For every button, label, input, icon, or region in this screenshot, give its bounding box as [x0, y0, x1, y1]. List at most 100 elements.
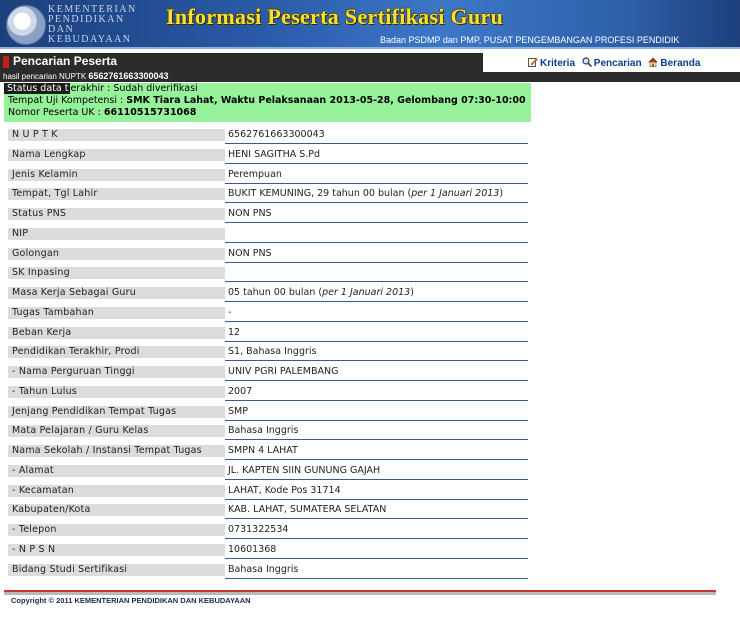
field-label: Jenjang Pendidikan Tempat Tugas — [8, 405, 225, 418]
participant-detail-table: N U P T K 6562761663300043 Nama Lengkap HEN… — [8, 127, 528, 581]
table-row: Nama Sekolah / Instansi Tempat Tugas SMPN… — [8, 443, 528, 463]
table-row: Bidang Studi Sertifikasi Bahasa Inggris — [8, 562, 528, 582]
section-marker-icon — [3, 56, 9, 68]
nav-link-label: Beranda — [660, 58, 701, 69]
footer-divider-shadow — [4, 592, 716, 595]
field-label: Nama Lengkap — [8, 148, 225, 161]
field-value-suffix: ) — [499, 188, 504, 200]
nav-link-pencarian[interactable]: Pencarian — [582, 57, 645, 69]
table-row: - Tahun Lulus 2007 — [8, 384, 528, 404]
field-label: NIP — [8, 227, 225, 240]
banner-divider — [0, 47, 740, 49]
field-label: Kabupaten/Kota — [8, 504, 225, 517]
page-title: Informasi Peserta Sertifikasi Guru — [166, 4, 504, 29]
field-value: 0731322534 — [225, 524, 528, 539]
field-value: S1, Bahasa Inggris — [225, 346, 528, 362]
table-row: Jenjang Pendidikan Tempat Tugas SMP — [8, 404, 528, 424]
header-banner: KEMENTERIAN PENDIDIKAN DAN KEBUDAYAAN In… — [0, 0, 740, 49]
section-title: Pencarian Peserta — [13, 54, 118, 68]
ministry-logo: KEMENTERIAN PENDIDIKAN DAN KEBUDAYAAN — [2, 2, 154, 47]
table-row: Tempat, Tgl Lahir BUKIT KEMUNING, 29 tahu… — [8, 186, 528, 206]
table-row: - Telepon 0731322534 — [8, 522, 528, 542]
field-label: - Alamat — [8, 464, 225, 477]
participant-number-value: 66110515731068 — [103, 107, 197, 118]
table-row: - N P S N 10601368 — [8, 542, 528, 562]
nav-link-kriteria[interactable]: Kriteria — [528, 58, 578, 69]
field-label: Pendidikan Terakhir, Prodi — [8, 346, 225, 359]
table-row: Tugas Tambahan - — [8, 305, 528, 325]
field-label: Status PNS — [8, 208, 225, 220]
field-value: KAB. LAHAT, SUMATERA SELATAN — [225, 504, 528, 520]
field-value: Bahasa Inggris — [225, 564, 528, 579]
field-label: Tempat, Tgl Lahir — [8, 188, 225, 201]
field-label: - Nama Perguruan Tinggi — [8, 366, 225, 378]
field-value-note: per 1 Januari 2013 — [411, 188, 500, 200]
participant-number-label: Nomor Peserta UK : — [8, 107, 104, 118]
table-row: - Alamat JL. KAPTEN SIIN GUNUNG GAJAH — [8, 463, 528, 483]
test-location-line: Tempat Uji Kompetensi : SMK Tiara Lahat,… — [4, 95, 531, 107]
field-value: UNIV PGRI PALEMBANG — [225, 366, 528, 381]
field-value: Perempuan — [225, 169, 528, 184]
field-label: Bidang Studi Sertifikasi — [8, 563, 225, 576]
table-row: Masa Kerja Sebagai Guru 05 tahun 00 bulan… — [8, 285, 528, 305]
field-value: BUKIT KEMUNING, 29 tahun 00 bulan (per 1… — [225, 188, 528, 204]
field-label: Nama Sekolah / Instansi Tempat Tugas — [8, 445, 225, 457]
field-label: Golongan — [8, 247, 225, 260]
nav-link-beranda[interactable]: Beranda — [648, 57, 701, 69]
magnifier-icon — [582, 57, 592, 67]
test-location-label: Tempat Uji Kompetensi : — [8, 95, 127, 106]
edit-icon — [528, 58, 538, 67]
search-section-bar: Pencarian Peserta Kriteria Pencarian Ber… — [0, 53, 740, 73]
nav-link-label: Kriteria — [540, 58, 576, 69]
table-row: Kabupaten/Kota KAB. LAHAT, SUMATERA SELAT… — [8, 502, 528, 522]
field-value: - — [225, 307, 528, 322]
page-subtitle: Badan PSDMP dan PMP, PUSAT PENGEMBANGAN … — [380, 35, 680, 45]
logo-text: KEMENTERIAN PENDIDIKAN DAN KEBUDAYAAN — [48, 5, 137, 45]
status-box: Status data t erakhir : Sudah diverifikas… — [4, 83, 531, 122]
field-value: SMPN 4 LAHAT — [225, 445, 528, 460]
field-value-text: 05 tahun 00 bulan ( — [228, 287, 323, 298]
field-label: - Telepon — [8, 524, 225, 536]
field-value: 12 — [225, 327, 528, 342]
table-row: NIP — [8, 226, 528, 246]
field-label: SK Inpasing — [8, 267, 225, 280]
home-icon — [648, 57, 659, 67]
field-label: N U P T K — [8, 129, 225, 141]
footer-copyright: Copyright © 2011 KEMENTERIAN PENDIDIKAN … — [11, 596, 251, 605]
tut-wuri-handayani-emblem-icon — [6, 5, 46, 45]
table-row: Nama Lengkap HENI SAGITHA S.Pd — [8, 147, 528, 167]
status-line: Status data t erakhir : Sudah diverifikas… — [4, 83, 531, 95]
logo-line: KEBUDAYAAN — [48, 34, 132, 45]
table-row: - Kecamatan LAHAT, Kode Pos 31714 — [8, 483, 528, 503]
field-value-text: BUKIT KEMUNING, 29 tahun 00 bulan ( — [228, 188, 412, 200]
table-row: N U P T K 6562761663300043 — [8, 127, 528, 147]
field-label: Jenis Kelamin — [8, 168, 225, 181]
field-label: - N P S N — [8, 543, 225, 556]
table-row: - Nama Perguruan Tinggi UNIV PGRI PALEMBA… — [8, 364, 528, 384]
search-result-text: hasil pencarian NUPTK 6562761663300043 — [3, 71, 168, 81]
field-label: Tugas Tambahan — [8, 306, 225, 319]
field-value: 05 tahun 00 bulan (per 1 Januari 2013) — [225, 287, 528, 302]
field-value: Bahasa Inggris — [225, 425, 528, 441]
field-value: 6562761663300043 — [225, 129, 528, 144]
participant-number-line: Nomor Peserta UK : 66110515731068 — [4, 107, 531, 119]
nav-links: Kriteria Pencarian Beranda — [528, 57, 704, 69]
table-row: SK Inpasing — [8, 265, 528, 285]
nav-link-label: Pencarian — [593, 58, 642, 69]
test-location-value: SMK Tiara Lahat, Waktu Pelaksanaan 2013-… — [126, 95, 526, 106]
search-result-bar: hasil pencarian NUPTK 6562761663300043 — [0, 71, 740, 82]
field-value-suffix: ) — [410, 287, 414, 298]
search-title-bar: Pencarian Peserta — [0, 53, 483, 72]
field-value — [225, 228, 528, 243]
table-row: Beban Kerja 12 — [8, 325, 528, 345]
field-value: JL. KAPTEN SIIN GUNUNG GAJAH — [225, 465, 528, 480]
field-value: 2007 — [225, 386, 528, 401]
field-value: SMP — [225, 406, 528, 421]
table-row: Status PNS NON PNS — [8, 206, 528, 226]
field-value — [225, 267, 528, 283]
search-result-prefix: hasil pencarian NUPTK — [3, 72, 87, 81]
field-value: NON PNS — [225, 248, 528, 263]
table-row: Mata Pelajaran / Guru Kelas Bahasa Inggri… — [8, 423, 528, 443]
field-label: Mata Pelajaran / Guru Kelas — [8, 425, 225, 438]
table-row: Golongan NON PNS — [8, 246, 528, 266]
